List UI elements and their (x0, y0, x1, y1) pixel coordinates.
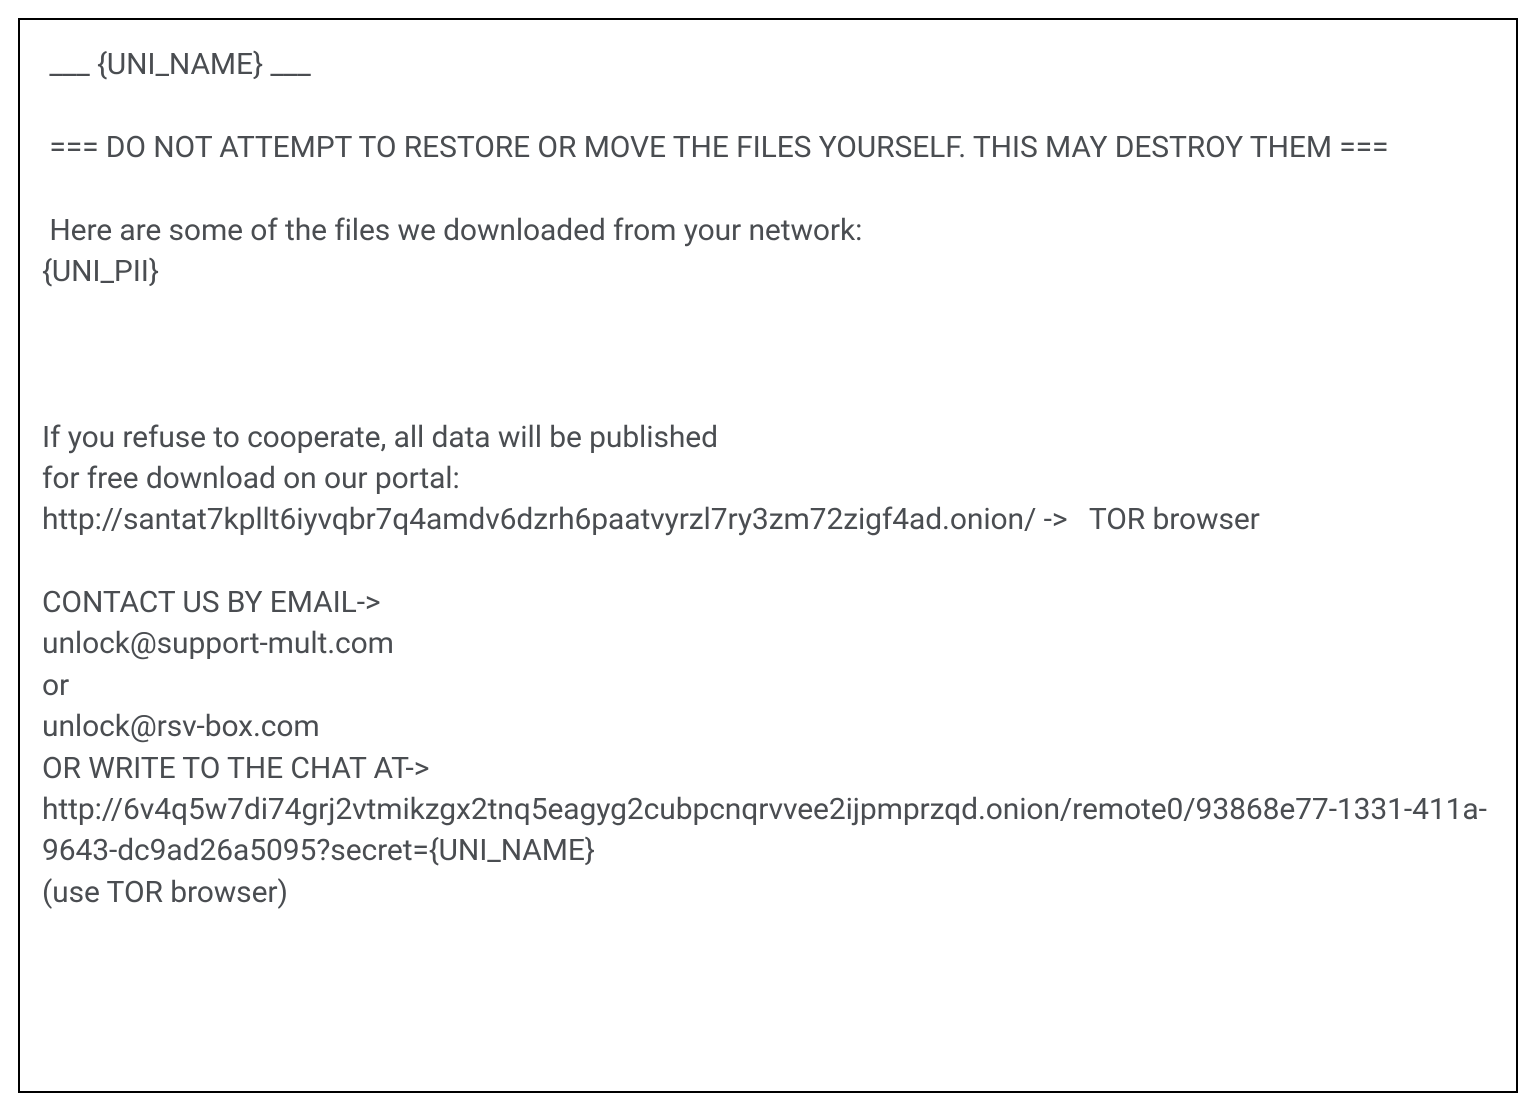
note-refuse-line1: If you refuse to cooperate, all data wil… (42, 420, 718, 455)
note-pii-placeholder: {UNI_PII} (42, 254, 159, 289)
note-refuse-line2: for free download on our portal: (42, 461, 460, 496)
note-contact-header: CONTACT US BY EMAIL-> (42, 585, 380, 620)
note-files-intro: Here are some of the files we downloaded… (42, 213, 862, 248)
note-chat-header: OR WRITE TO THE CHAT AT-> (42, 751, 429, 786)
ransom-note-box: ___ {UNI_NAME} ___ === DO NOT ATTEMPT TO… (18, 18, 1518, 1093)
note-email-1: unlock@support-mult.com (42, 626, 394, 661)
note-header: ___ {UNI_NAME} ___ (42, 47, 311, 82)
note-portal-url: http://santat7kpllt6iyvqbr7q4amdv6dzrh6p… (42, 502, 1260, 537)
note-warning: === DO NOT ATTEMPT TO RESTORE OR MOVE TH… (42, 130, 1388, 165)
note-or: or (42, 668, 69, 703)
note-email-2: unlock@rsv-box.com (42, 709, 320, 744)
note-chat-url: http://6v4q5w7di74grj2vtmikzgx2tnq5eagyg… (42, 792, 1487, 868)
note-tor-hint: (use TOR browser) (42, 875, 288, 910)
